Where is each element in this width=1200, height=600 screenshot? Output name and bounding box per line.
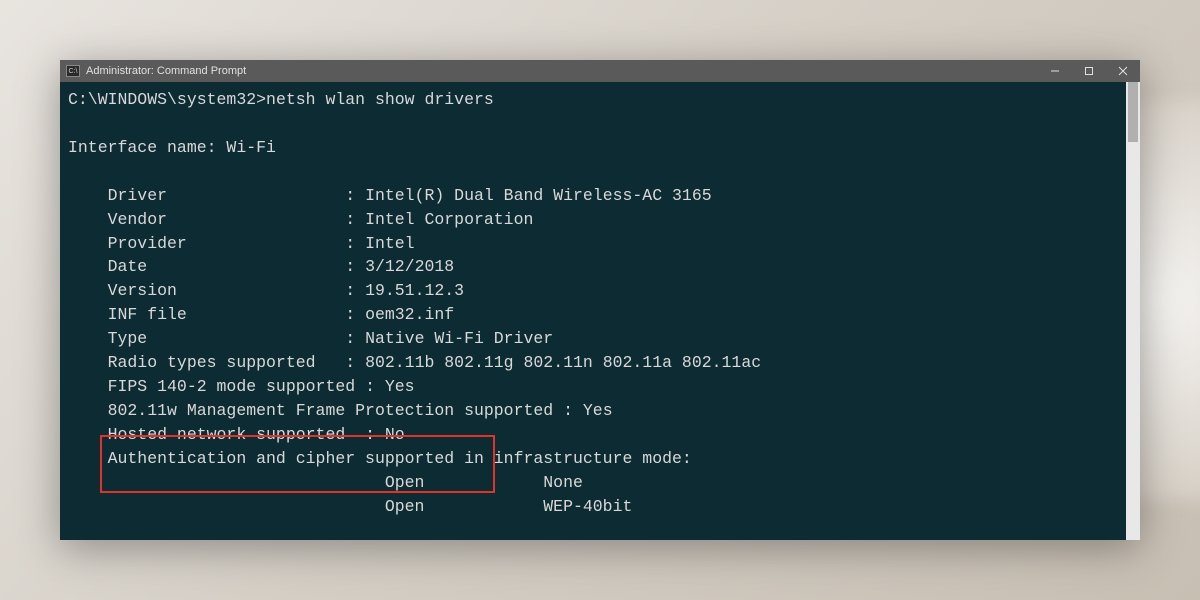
console-output[interactable]: C:\WINDOWS\system32>netsh wlan show driv… <box>60 82 1140 540</box>
output-row: Driver : Intel(R) Dual Band Wireless-AC … <box>68 186 712 205</box>
output-row: Vendor : Intel Corporation <box>68 210 533 229</box>
interface-line: Interface name: Wi-Fi <box>68 138 276 157</box>
scrollbar[interactable] <box>1126 82 1140 540</box>
maximize-button[interactable] <box>1072 60 1106 82</box>
output-row: Date : 3/12/2018 <box>68 257 454 276</box>
scrollbar-thumb[interactable] <box>1128 82 1138 142</box>
output-row: Provider : Intel <box>68 234 415 253</box>
output-row: Radio types supported : 802.11b 802.11g … <box>68 353 761 372</box>
app-icon: C:\ <box>66 65 80 77</box>
output-row: Hosted network supported : No <box>68 425 405 444</box>
window-title: Administrator: Command Prompt <box>86 65 246 77</box>
prompt-text: C:\WINDOWS\system32> <box>68 90 266 109</box>
output-row: Authentication and cipher supported in i… <box>68 449 692 468</box>
command-prompt-window: C:\ Administrator: Command Prompt C:\WIN… <box>60 60 1140 540</box>
titlebar[interactable]: C:\ Administrator: Command Prompt <box>60 60 1140 82</box>
output-row: Open WEP-40bit <box>68 497 632 516</box>
output-row: Version : 19.51.12.3 <box>68 281 464 300</box>
output-row: INF file : oem32.inf <box>68 305 454 324</box>
output-row: Type : Native Wi-Fi Driver <box>68 329 553 348</box>
output-row: 802.11w Management Frame Protection supp… <box>68 401 613 420</box>
command-text: netsh wlan show drivers <box>266 90 494 109</box>
close-button[interactable] <box>1106 60 1140 82</box>
minimize-button[interactable] <box>1038 60 1072 82</box>
output-row: FIPS 140-2 mode supported : Yes <box>68 377 415 396</box>
output-row: Open None <box>68 473 583 492</box>
